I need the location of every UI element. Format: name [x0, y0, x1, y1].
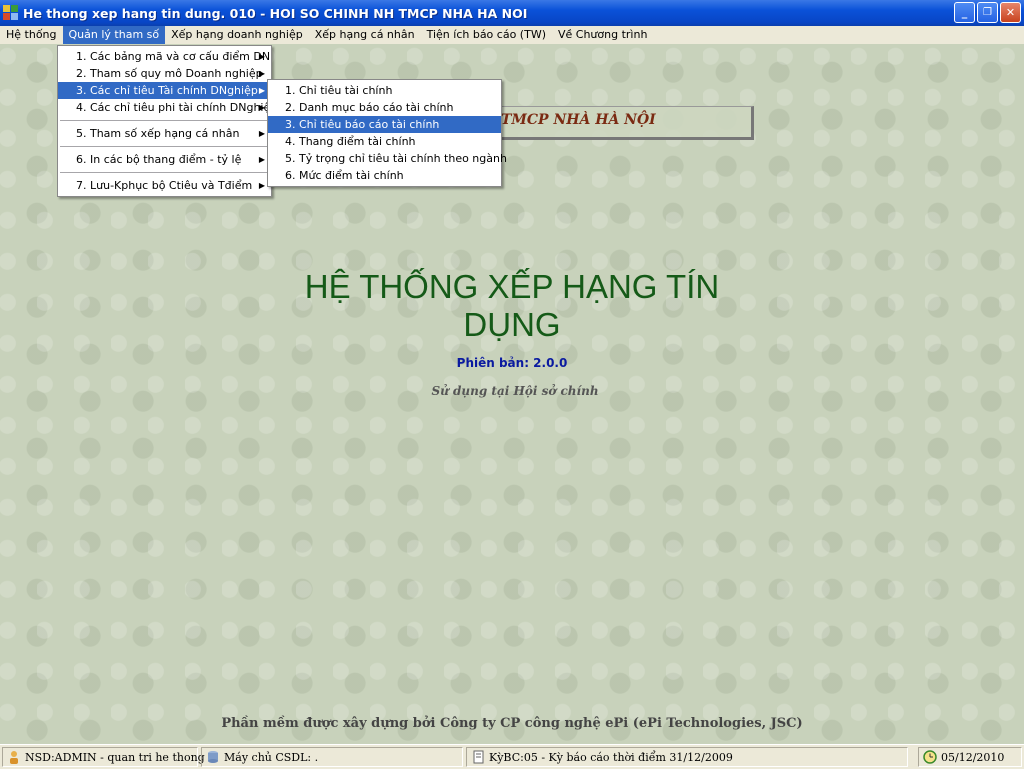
- menu-xep-hang-ca-nhan[interactable]: Xếp hạng cá nhân: [309, 26, 421, 44]
- status-user: NSD:ADMIN - quan tri he thong: [25, 750, 205, 764]
- submenu-item-chi-tieu[interactable]: 1. Chỉ tiêu tài chính: [268, 82, 501, 99]
- menu-separator: [60, 146, 269, 147]
- bank-heading: TMCP NHÀ HÀ NỘI: [501, 112, 656, 128]
- database-server-icon: [206, 750, 220, 764]
- submenu-item-ty-trong[interactable]: 5. Tỷ trọng chỉ tiêu tài chính theo ngàn…: [268, 150, 507, 167]
- restore-button[interactable]: ❐: [977, 2, 998, 23]
- clock-icon: [923, 750, 937, 764]
- close-button[interactable]: ✕: [1000, 2, 1021, 23]
- window-title: He thong xep hang tin dung. 010 - HOI SO…: [23, 5, 528, 21]
- restore-icon: ❐: [983, 7, 992, 18]
- minimize-button[interactable]: _: [954, 2, 975, 23]
- submenu-item-muc-diem[interactable]: 6. Mức điểm tài chính: [268, 167, 501, 184]
- close-icon: ✕: [1005, 6, 1016, 19]
- submenu-arrow-icon: ▶: [258, 86, 265, 95]
- submenu-arrow-icon: ▶: [258, 155, 265, 164]
- menu-item-label: 4. Các chỉ tiêu phi tài chính DNghiệp: [76, 101, 278, 114]
- submenu-item-chi-tieu-bao-cao[interactable]: 3. Chỉ tiêu báo cáo tài chính: [268, 116, 501, 133]
- menu-he-thong[interactable]: Hệ thống: [0, 26, 63, 44]
- submenu-item-danh-muc-bao-cao[interactable]: 2. Danh mục báo cáo tài chính: [268, 99, 501, 116]
- status-date: 05/12/2010: [941, 750, 1005, 764]
- main-title-line2: DỤNG: [463, 306, 561, 343]
- bank-heading-panel: TMCP NHÀ HÀ NỘI: [470, 106, 754, 140]
- title-bar[interactable]: He thong xep hang tin dung. 010 - HOI SO…: [0, 0, 1024, 26]
- status-bar: NSD:ADMIN - quan tri he thong Máy chủ CS…: [0, 744, 1024, 769]
- menu-separator: [60, 120, 269, 121]
- menu-xep-hang-doanh-nghiep[interactable]: Xếp hạng doanh nghiệp: [165, 26, 309, 44]
- menu-item-xep-hang-ca-nhan[interactable]: 5. Tham số xếp hạng cá nhân ▶: [58, 125, 271, 142]
- submenu-arrow-icon: ▶: [258, 181, 265, 190]
- document-icon: [471, 750, 485, 764]
- menu-ve-chuong-trinh[interactable]: Về Chương trình: [552, 26, 653, 44]
- main-title: HỆ THỐNG XẾP HẠNG TÍN DỤNG: [262, 268, 762, 344]
- status-server-panel: Máy chủ CSDL: .: [201, 747, 463, 767]
- version-label: Phiên bản: 2.0.0: [456, 356, 568, 370]
- menu-item-label: 3. Các chỉ tiêu Tài chính DNghiệp: [76, 84, 258, 97]
- submenu-item-thang-diem[interactable]: 4. Thang điểm tài chính: [268, 133, 501, 150]
- menu-item-bang-ma[interactable]: 1. Các bảng mã và cơ cấu điểm DN ▶: [58, 48, 271, 65]
- menu-item-in-thang-diem[interactable]: 6. In các bộ thang điểm - tỷ lệ ▶: [58, 151, 271, 168]
- user-icon: [7, 750, 21, 764]
- submenu-chi-tieu-tai-chinh: 1. Chỉ tiêu tài chính 2. Danh mục báo cá…: [267, 79, 507, 187]
- menu-item-quy-mo-dn[interactable]: 2. Tham số quy mô Doanh nghiệp ▶: [58, 65, 271, 82]
- status-period: KỳBC:05 - Kỳ báo cáo thời điểm 31/12/200…: [489, 750, 733, 764]
- submenu-arrow-icon: ▶: [258, 52, 265, 61]
- app-icon[interactable]: [3, 5, 19, 21]
- menu-quan-ly-tham-so[interactable]: Quản lý tham số: [62, 26, 166, 44]
- status-user-panel: NSD:ADMIN - quan tri he thong: [2, 747, 205, 767]
- credit-text: Phần mềm được xây dựng bởi Công ty CP cô…: [221, 716, 803, 731]
- menu-item-label: 1. Các bảng mã và cơ cấu điểm DN: [76, 50, 271, 63]
- submenu-arrow-icon: ▶: [258, 129, 265, 138]
- menu-bar: Hệ thống Quản lý tham số Xếp hạng doanh …: [0, 26, 1024, 45]
- menu-item-phi-tai-chinh[interactable]: 4. Các chỉ tiêu phi tài chính DNghiệp ▶: [58, 99, 277, 116]
- menu-item-chi-tieu-tai-chinh[interactable]: 3. Các chỉ tiêu Tài chính DNghiệp ▶: [58, 82, 271, 99]
- menu-item-label: 2. Tham số quy mô Doanh nghiệp: [76, 67, 263, 80]
- dropdown-quan-ly-tham-so: 1. Các bảng mã và cơ cấu điểm DN ▶ 2. Tha…: [57, 45, 277, 197]
- menu-tien-ich-bao-cao[interactable]: Tiện ích báo cáo (TW): [421, 26, 552, 44]
- status-date-panel: 05/12/2010: [918, 747, 1022, 767]
- menu-item-luu-khoi-phuc[interactable]: 7. Lưu-Kphục bộ Ctiêu và Tđiểm ▶: [58, 177, 271, 194]
- main-title-line1: HỆ THỐNG XẾP HẠNG TÍN: [304, 268, 720, 305]
- menu-separator: [60, 172, 269, 173]
- minimize-icon: _: [961, 6, 968, 19]
- status-period-panel: KỳBC:05 - Kỳ báo cáo thời điểm 31/12/200…: [466, 747, 908, 767]
- submenu-arrow-icon: ▶: [258, 69, 265, 78]
- status-server: Máy chủ CSDL: .: [224, 750, 319, 764]
- submenu-arrow-icon: ▶: [258, 103, 265, 112]
- menu-item-label: 6. In các bộ thang điểm - tỷ lệ: [76, 153, 242, 166]
- menu-item-label: 7. Lưu-Kphục bộ Ctiêu và Tđiểm: [76, 179, 253, 192]
- menu-item-label: 5. Tham số xếp hạng cá nhân: [76, 127, 240, 140]
- usage-label: Sử dụng tại Hội sở chính: [431, 384, 599, 398]
